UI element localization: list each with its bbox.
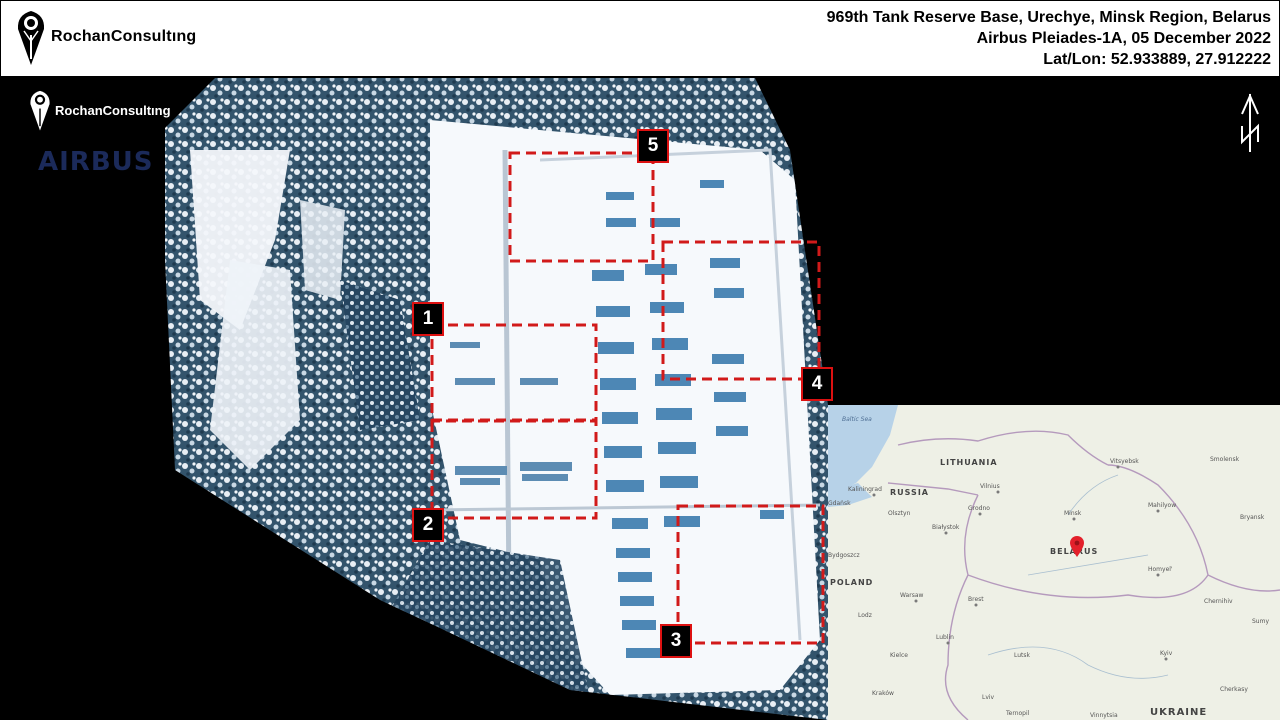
city-kielce: Kielce xyxy=(890,652,908,659)
marker-3[interactable]: 3 xyxy=(660,624,692,658)
city-gdansk: Gdańsk xyxy=(828,500,851,507)
city-krakow: Kraków xyxy=(872,690,894,697)
city-minsk: Minsk xyxy=(1064,510,1082,517)
location-title: 969th Tank Reserve Base, Urechye, Minsk … xyxy=(826,9,1271,26)
rochan-logo-icon xyxy=(30,90,50,131)
city-lutsk: Lutsk xyxy=(1014,652,1031,659)
country-lithuania: LITHUANIA xyxy=(940,458,998,467)
city-smolensk: Smolensk xyxy=(1210,456,1240,463)
city-homyel: Homyel' xyxy=(1148,566,1173,573)
city-grodno: Grodno xyxy=(968,505,990,512)
city-lublin: Lublin xyxy=(936,634,954,641)
north-arrow-icon xyxy=(1241,93,1259,152)
locator-map: LITHUANIA RUSSIA BELARUS POLAND UKRAINE … xyxy=(828,405,1280,720)
city-bydgoszcz: Bydgoszcz xyxy=(828,552,860,559)
city-kyiv: Kyiv xyxy=(1160,650,1173,657)
city-bryansk: Bryansk xyxy=(1240,514,1265,521)
city-mahilyow: Mahilyow xyxy=(1148,502,1176,509)
header-info: 969th Tank Reserve Base, Urechye, Minsk … xyxy=(827,7,1271,70)
rochan-logo-icon xyxy=(17,11,45,65)
overlay-brand-name: RochanConsultıng xyxy=(55,102,171,118)
marker-5[interactable]: 5 xyxy=(637,129,669,163)
city-chernihiv: Chernihiv xyxy=(1204,598,1233,605)
city-vinnytsia: Vinnytsia xyxy=(1090,712,1118,719)
city-warsaw: Warsaw xyxy=(900,592,923,599)
airbus-logo: AIRBUS xyxy=(38,147,154,177)
city-kaliningrad: Kaliningrad xyxy=(848,486,882,493)
city-sumy: Sumy xyxy=(1252,618,1269,625)
locator-map-svg: LITHUANIA RUSSIA BELARUS POLAND UKRAINE … xyxy=(828,405,1280,720)
overlay-brand: RochanConsultıng xyxy=(28,88,171,132)
brand-name: RochanConsultıng xyxy=(51,28,197,45)
country-poland: POLAND xyxy=(830,578,873,587)
city-vitsyebsk: Vitsyebsk xyxy=(1110,458,1139,465)
city-brest: Brest xyxy=(968,596,984,603)
city-bialystok: Białystok xyxy=(932,524,960,531)
marker-1[interactable]: 1 xyxy=(412,302,444,336)
country-russia: RUSSIA xyxy=(890,488,929,497)
city-lodz: Lodz xyxy=(858,612,872,619)
marker-4[interactable]: 4 xyxy=(801,367,833,401)
marker-2[interactable]: 2 xyxy=(412,508,444,542)
coordinates: Lat/Lon: 52.933889, 27.912222 xyxy=(1043,51,1271,68)
city-cherkasy: Cherkasy xyxy=(1220,686,1248,693)
header-bar: RochanConsultıng 969th Tank Reserve Base… xyxy=(0,0,1280,77)
sea-baltic: Baltic Sea xyxy=(842,416,872,423)
country-ukraine: UKRAINE xyxy=(1150,707,1207,718)
city-ternopil: Ternopil xyxy=(1005,710,1030,717)
source-date: Airbus Pleiades-1A, 05 December 2022 xyxy=(976,30,1271,47)
city-vilnius: Vilnius xyxy=(980,483,1000,490)
city-lviv: Lviv xyxy=(982,694,995,701)
city-olsztyn: Olsztyn xyxy=(888,510,911,517)
header-brand: RochanConsultıng xyxy=(15,7,196,67)
